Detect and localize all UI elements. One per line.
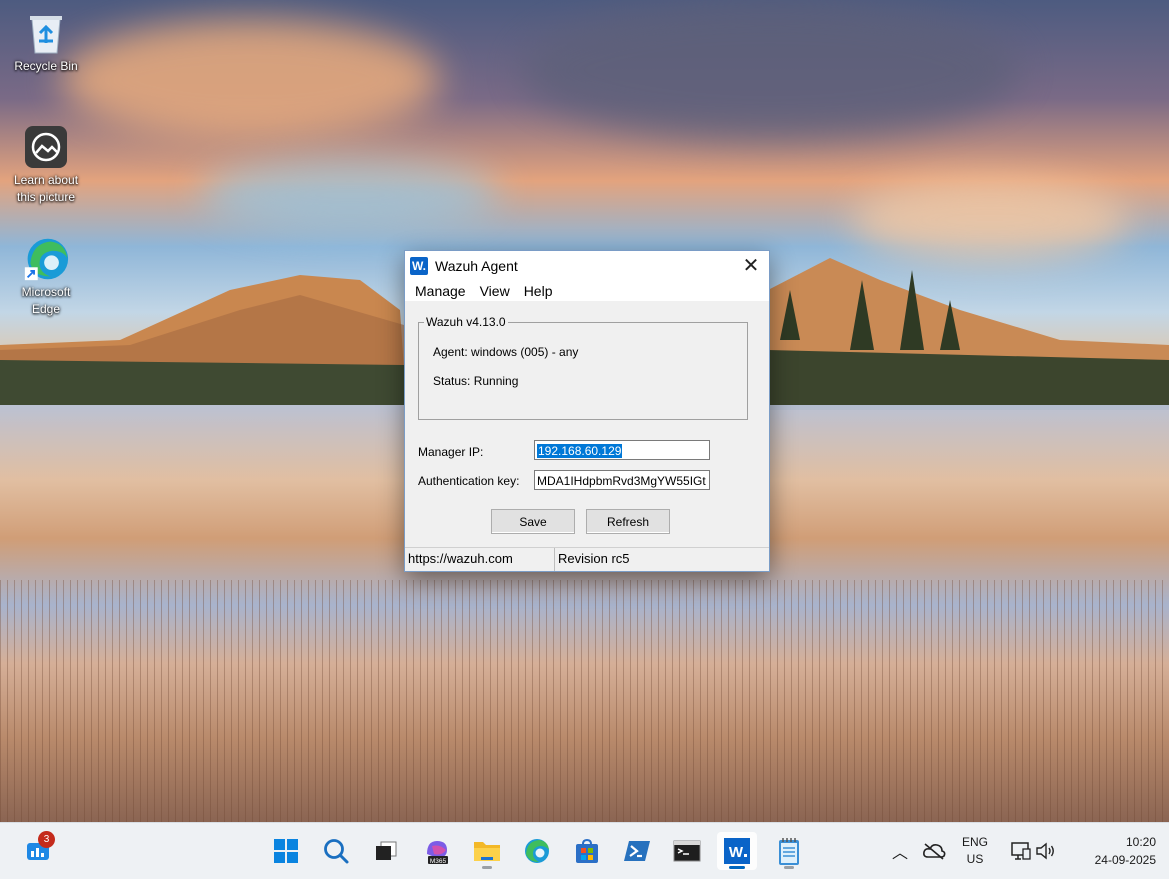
menu-view[interactable]: View [473,283,517,299]
agent-info: Agent: windows (005) - any [433,345,579,359]
file-explorer-icon [474,842,500,861]
task-view-icon [376,841,397,860]
notepad-button[interactable] [769,832,809,870]
desktop-icon-label: Recycle Bin [14,59,78,73]
taskbar: 3 M365 W ︿ ENG US 10:20 24-09-2025 [0,822,1169,879]
powershell-button[interactable] [617,832,657,870]
title-bar[interactable]: W. Wazuh Agent ✕ [405,251,769,280]
m365-copilot-button[interactable]: M365 [417,832,457,870]
status-bar: https://wazuh.com Revision rc5 [405,547,769,571]
status-url: https://wazuh.com [405,548,555,571]
wazuh-app-icon: W. [410,256,428,275]
manager-ip-field[interactable]: 192.168.60.129 [534,440,710,460]
running-indicator [482,866,492,869]
group-title: Wazuh v4.13.0 [424,315,508,329]
status-revision: Revision rc5 [558,551,630,566]
svg-text:W: W [729,844,744,861]
language-indicator[interactable]: ENG US [962,823,988,879]
auth-key-field[interactable]: MDA1IHdpbmRvd3MgYW55IGt [534,470,710,490]
copilot-m365-icon: M365 [427,841,448,865]
start-button[interactable] [266,832,306,870]
start-icon [274,839,298,863]
notepad-icon [779,838,799,865]
menu-manage[interactable]: Manage [408,283,473,299]
network-volume-button[interactable] [1010,823,1057,879]
desktop-icon-microsoft-edge[interactable]: Microsoft Edge [8,236,84,318]
onedrive-status[interactable] [922,823,946,879]
auth-key-value: MDA1IHdpbmRvd3MgYW55IGt [537,474,706,488]
store-button[interactable] [567,832,607,870]
terminal-button[interactable] [667,832,707,870]
edge-icon [23,236,69,282]
close-button[interactable]: ✕ [733,251,769,280]
file-explorer-button[interactable] [467,832,507,870]
version-groupbox: Wazuh v4.13.0 Agent: windows (005) - any… [418,315,748,420]
network-icon [1011,842,1031,860]
notification-badge: 3 [38,831,55,848]
wazuh-agent-window: W. Wazuh Agent ✕ Manage View Help Wazuh … [404,250,770,572]
auth-key-label: Authentication key: [418,474,520,488]
powershell-icon [624,841,650,861]
camera-spotlight-icon [23,124,69,170]
edge-icon [525,839,549,863]
store-icon [576,838,598,863]
save-button[interactable]: Save [491,509,575,534]
clock-date: 24-09-2025 [1094,853,1156,867]
window-title: Wazuh Agent [435,257,518,274]
clock-time: 10:20 [1125,835,1156,849]
wazuh-agent-icon: W [724,838,750,864]
terminal-icon [673,840,701,862]
wazuh-agent-taskbar-button[interactable]: W [717,832,757,870]
close-icon: ✕ [742,255,760,277]
show-hidden-icons-button[interactable]: ︿ [886,823,914,879]
edge-taskbar-button[interactable] [517,832,557,870]
search-icon [324,839,349,864]
desktop-icon-learn-about-picture[interactable]: Learn about this picture [8,124,84,206]
desktop-icon-recycle-bin[interactable]: Recycle Bin [8,10,84,75]
running-indicator [784,866,794,869]
clock[interactable]: 10:20 24-09-2025 [1072,823,1156,879]
manager-ip-label: Manager IP: [418,445,484,459]
manager-ip-value: 192.168.60.129 [537,444,623,458]
language-code: ENG [962,835,989,849]
refresh-button[interactable]: Refresh [586,509,670,534]
task-view-button[interactable] [366,832,406,870]
active-indicator [729,866,745,869]
recycle-bin-icon [23,10,69,56]
m365-label: M365 [430,858,447,865]
search-button[interactable] [316,832,356,870]
agent-status: Status: Running [433,374,519,388]
region-code: US [966,852,984,866]
chevron-up-icon: ︿ [892,845,909,862]
desktop-icon-label: Microsoft Edge [21,285,71,316]
volume-icon [1036,842,1054,860]
menu-help[interactable]: Help [517,283,560,299]
desktop-icon-label: Learn about this picture [13,173,79,204]
cloud-off-icon [923,843,946,860]
menu-bar: Manage View Help [405,280,769,301]
